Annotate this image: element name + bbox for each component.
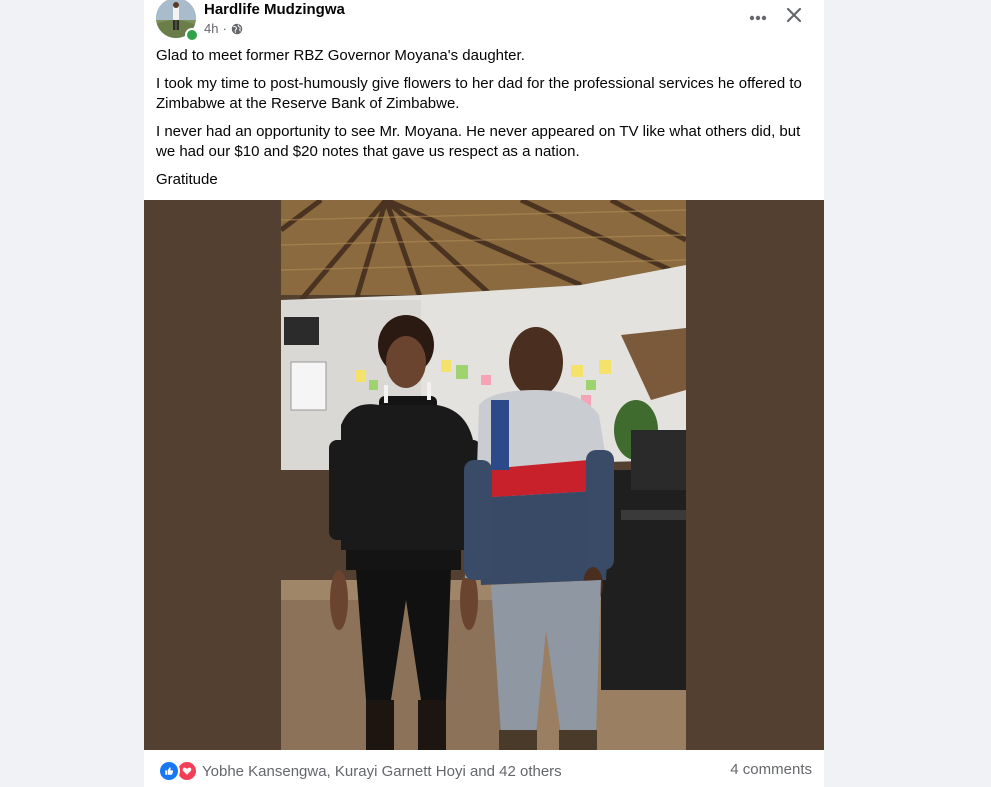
- post-footer: Yobhe Kansengwa, Kurayi Garnett Hoyi and…: [144, 750, 824, 787]
- meta-separator: ·: [222, 21, 227, 36]
- post-meta: 4h ·: [204, 21, 243, 36]
- reaction-names: Yobhe Kansengwa, Kurayi Garnett Hoyi and…: [202, 762, 562, 780]
- post-time[interactable]: 4h: [204, 21, 218, 36]
- more-options-button[interactable]: [744, 5, 772, 29]
- more-options-icon: [749, 8, 767, 26]
- post-paragraph: Glad to meet former RBZ Governor Moyana'…: [156, 47, 525, 64]
- comments-count[interactable]: 4 comments: [730, 761, 812, 778]
- author-name[interactable]: Hardlife Mudzingwa: [204, 1, 345, 18]
- post-body: Glad to meet former RBZ Governor Moyana'…: [156, 46, 816, 198]
- like-icon: [158, 760, 180, 782]
- post-paragraph: I took my time to post-humously give flo…: [156, 75, 802, 112]
- globe-icon[interactable]: [231, 23, 243, 35]
- close-button[interactable]: [782, 5, 806, 29]
- post-paragraph: I never had an opportunity to see Mr. Mo…: [156, 123, 801, 160]
- post-paragraph: Gratitude: [156, 171, 218, 188]
- post-photo[interactable]: [281, 200, 686, 750]
- photo-container: [144, 200, 824, 750]
- post-header: Hardlife Mudzingwa 4h ·: [144, 0, 824, 44]
- close-icon: [786, 7, 802, 28]
- post-card: Hardlife Mudzingwa 4h · Glad to meet for…: [144, 0, 824, 787]
- reactions-summary[interactable]: Yobhe Kansengwa, Kurayi Garnett Hoyi and…: [158, 760, 562, 782]
- online-status-indicator: [185, 28, 199, 42]
